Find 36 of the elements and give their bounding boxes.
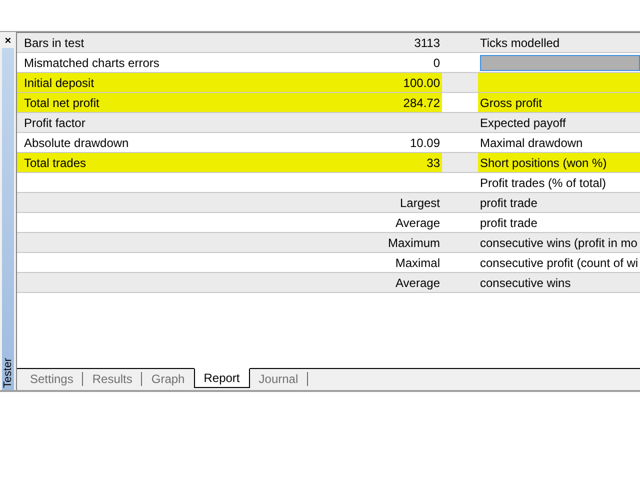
tab[interactable]: Results: [83, 369, 142, 389]
row-value: 284.72: [403, 94, 440, 112]
row-value: 100.00: [403, 74, 440, 92]
row-label: consecutive wins (profit in mo: [480, 234, 638, 252]
row-label: profit trade: [480, 214, 538, 232]
row-label: Profit factor: [24, 114, 86, 132]
row-value: 3113: [414, 34, 440, 52]
row-label: Total net profit: [24, 94, 100, 112]
tab[interactable]: Graph: [142, 369, 194, 389]
row-value: Average: [396, 274, 440, 292]
row-value: Average: [396, 214, 440, 232]
row-label: profit trade: [480, 194, 538, 212]
row-label: Expected payoff: [480, 114, 566, 132]
row-label: Initial deposit: [24, 74, 94, 92]
tab[interactable]: Settings: [21, 369, 82, 389]
row-label: Mismatched charts errors: [24, 54, 160, 72]
row-label: Bars in test: [24, 34, 84, 52]
tab[interactable]: Report: [194, 368, 250, 388]
row-label: Short positions (won %): [480, 154, 607, 172]
row-label: Profit trades (% of total): [480, 174, 606, 192]
row-value: 10.09: [410, 134, 440, 152]
row-label: Absolute drawdown: [24, 134, 129, 152]
close-icon[interactable]: ×: [4, 34, 12, 48]
row-value: 33: [426, 154, 440, 172]
tab[interactable]: Journal: [250, 369, 308, 389]
row-label: Total trades: [24, 154, 86, 172]
row-value: Maximal: [395, 254, 440, 272]
row-value: 0: [433, 54, 440, 72]
row-label: Gross profit: [480, 94, 542, 112]
panel-title: Tester: [2, 358, 14, 388]
row-value: Largest: [400, 194, 440, 212]
row-label: consecutive wins: [480, 274, 571, 292]
row-label: Ticks modelled: [480, 34, 560, 52]
row-value: Maximum: [388, 234, 440, 252]
row-label: consecutive profit (count of wi: [480, 254, 638, 272]
row-label: Maximal drawdown: [480, 134, 583, 152]
